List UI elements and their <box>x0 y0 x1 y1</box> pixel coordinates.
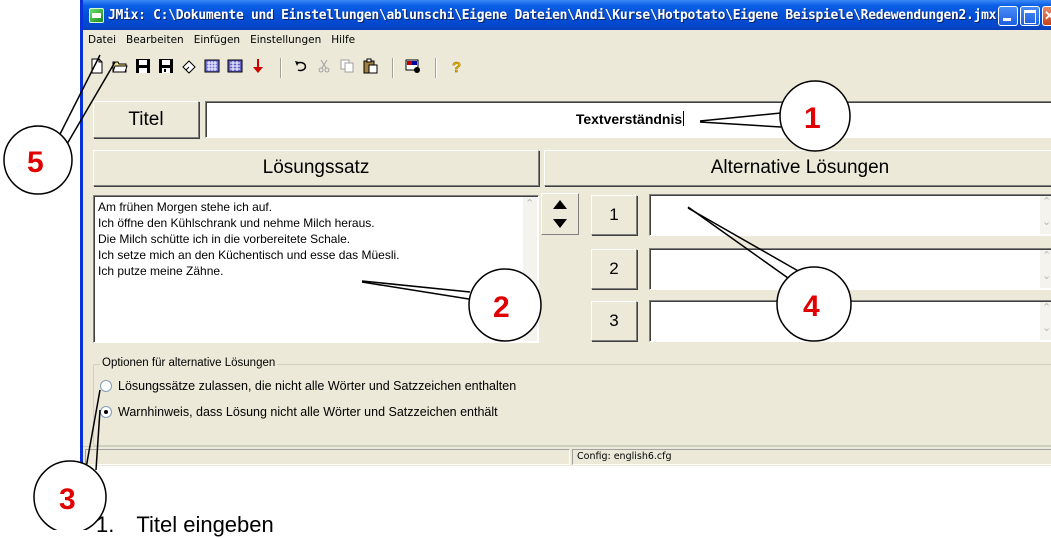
caption-text: Titel eingeben <box>136 512 274 537</box>
radio-button[interactable] <box>100 380 112 392</box>
options-group: Optionen für alternative Lösungen Lösung… <box>93 357 1051 446</box>
menu-einstellungen[interactable]: Einstellungen <box>245 34 326 46</box>
radio-label: Lösungssätze zulassen, die nicht alle Wö… <box>118 379 517 393</box>
alternative-input-2[interactable] <box>649 248 1051 290</box>
open-folder-icon[interactable] <box>110 58 130 78</box>
solution-line: Ich setze mich an den Küchentisch und es… <box>98 248 400 262</box>
solution-line: Die Milch schütte ich in die vorbereitet… <box>98 232 351 246</box>
alternatives-header: Alternative Lösungen <box>544 150 1051 186</box>
alternative-scrollbar-2[interactable] <box>1040 249 1051 288</box>
title-input[interactable]: Textverständnis <box>205 101 1051 138</box>
arrow-down-red-icon[interactable] <box>248 58 268 78</box>
options-legend: Optionen für alternative Lösungen <box>100 357 278 369</box>
jmix-window: JMix: C:\Dokumente und Einstellungen\abl… <box>80 0 1051 466</box>
maximize-button[interactable] <box>1020 6 1040 26</box>
status-bar: Config: english6.cfg <box>83 446 1051 466</box>
toolbar: ? <box>83 53 1051 83</box>
save-icon[interactable] <box>133 58 153 78</box>
copy-icon[interactable] <box>337 58 357 78</box>
text-caret <box>683 111 685 126</box>
solution-line: Ich öffne den Kühlschrank und nehme Milc… <box>98 216 375 230</box>
arrow-down-icon[interactable] <box>553 219 567 228</box>
eraser-icon[interactable] <box>179 58 199 78</box>
minimize-button[interactable] <box>998 6 1018 26</box>
reorder-arrows <box>541 193 579 235</box>
arrow-up-icon[interactable] <box>553 200 567 209</box>
save-as-icon[interactable] <box>156 58 176 78</box>
caption-number: 1. <box>96 512 115 537</box>
alternative-number-1[interactable]: 1 <box>591 195 637 235</box>
export-web-icon[interactable] <box>202 58 222 78</box>
menu-bar: Datei Bearbeiten Einfügen Einstellungen … <box>83 30 1051 50</box>
radio-button[interactable] <box>100 406 112 418</box>
cut-icon[interactable] <box>314 58 334 78</box>
callout-5-circle <box>3 125 73 195</box>
step-caption: 1. Titel eingeben <box>96 512 274 538</box>
radio-allow-partial[interactable]: Lösungssätze zulassen, die nicht alle Wö… <box>100 379 516 393</box>
solution-line: Am frühen Morgen stehe ich auf. <box>98 200 273 214</box>
alternative-scrollbar-1[interactable] <box>1040 195 1051 234</box>
solution-scrollbar[interactable] <box>523 196 537 341</box>
alternative-scrollbar-3[interactable] <box>1040 301 1051 340</box>
title-label: Titel <box>93 101 199 138</box>
title-bar[interactable]: JMix: C:\Dokumente und Einstellungen\abl… <box>83 0 1051 30</box>
paste-icon[interactable] <box>360 58 380 78</box>
window-title: JMix: C:\Dokumente und Einstellungen\abl… <box>108 7 997 23</box>
new-file-icon[interactable] <box>87 58 107 78</box>
alternative-number-3[interactable]: 3 <box>591 301 637 341</box>
toolbar-separator <box>280 58 282 78</box>
status-config: Config: english6.cfg <box>572 449 1051 465</box>
config-icon[interactable] <box>403 58 423 78</box>
close-button[interactable] <box>1042 6 1051 26</box>
toolbar-separator <box>435 58 437 78</box>
menu-einfuegen[interactable]: Einfügen <box>189 34 245 46</box>
solution-header: Lösungssatz <box>93 150 539 186</box>
callout-3-number: 3 <box>59 483 76 516</box>
export-web-alt-icon[interactable] <box>225 58 245 78</box>
callout-5-number: 5 <box>27 146 44 179</box>
solution-line: Ich putze meine Zähne. <box>98 264 224 278</box>
alternative-input-3[interactable] <box>649 300 1051 342</box>
alternative-input-1[interactable] <box>649 194 1051 236</box>
radio-warn-partial[interactable]: Warnhinweis, dass Lösung nicht alle Wört… <box>100 405 498 419</box>
status-cell-empty <box>85 449 570 465</box>
svg-text:?: ? <box>452 59 461 74</box>
alternative-number-2[interactable]: 2 <box>591 249 637 289</box>
menu-bearbeiten[interactable]: Bearbeiten <box>121 34 189 46</box>
menu-datei[interactable]: Datei <box>83 34 121 46</box>
help-icon[interactable]: ? <box>446 58 466 78</box>
radio-label: Warnhinweis, dass Lösung nicht alle Wört… <box>118 405 498 419</box>
solution-textarea[interactable]: Am frühen Morgen stehe ich auf. Ich öffn… <box>93 195 539 343</box>
app-icon[interactable] <box>89 7 104 23</box>
menu-hilfe[interactable]: Hilfe <box>326 34 360 46</box>
undo-icon[interactable] <box>291 58 311 78</box>
title-value: Textverständnis <box>575 111 683 127</box>
toolbar-separator <box>392 58 394 78</box>
